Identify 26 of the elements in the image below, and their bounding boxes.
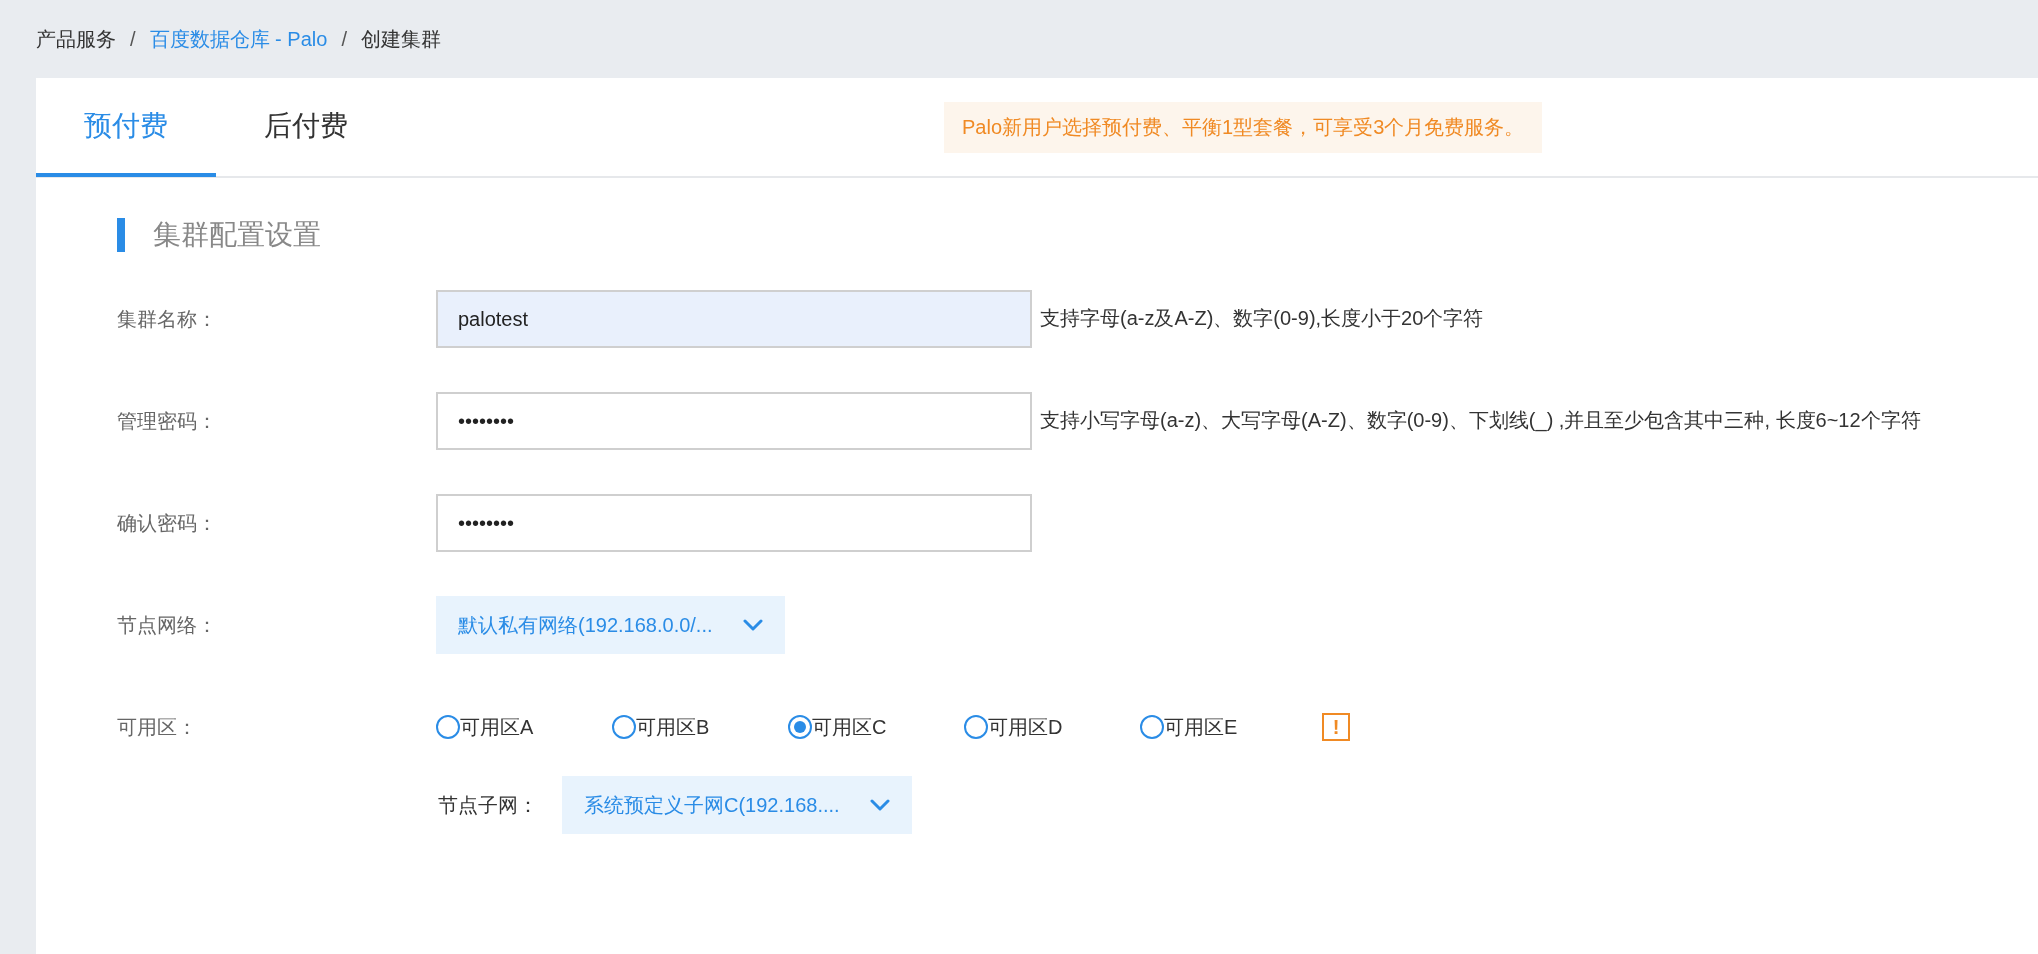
text-field[interactable]: ••••••••	[436, 392, 1032, 450]
section-title: 集群配置设置	[117, 218, 2038, 252]
help-text: 支持小写字母(a-z)、大写字母(A-Z)、数字(0-9)、下划线(_) ,并且至少包含其中三种, 长度6~12个字符	[1040, 409, 1921, 431]
field-label: 节点子网：	[438, 792, 538, 818]
zone-radio[interactable]: 可用区D	[964, 713, 1140, 741]
tab[interactable]: 预付费	[36, 79, 216, 177]
breadcrumb-separator: /	[130, 27, 136, 51]
tab[interactable]: 后付费	[216, 79, 396, 177]
text-field[interactable]: ••••••••	[436, 494, 1032, 552]
field-label: 确认密码：	[117, 511, 218, 536]
field-label: 节点网络：	[117, 613, 218, 638]
breadcrumb-separator: /	[341, 27, 347, 51]
breadcrumb-item: 产品服务	[36, 26, 116, 52]
field-label: 可用区：	[117, 715, 198, 740]
zone-radio[interactable]: 可用区B	[612, 713, 788, 741]
field-label: 集群名称：	[117, 307, 218, 332]
zone-radio[interactable]: 可用区A	[436, 713, 612, 741]
zone-radio[interactable]: 可用区E	[1140, 713, 1316, 741]
zone-radio[interactable]: 可用区C	[788, 713, 964, 741]
text-field[interactable]: palotest	[436, 290, 1032, 348]
help-text: 支持字母(a-z及A-Z)、数字(0-9),长度小于20个字符	[1040, 307, 1484, 329]
breadcrumb-item: 创建集群	[360, 26, 441, 52]
chevron-down-icon	[869, 799, 890, 811]
field-label: 管理密码：	[117, 409, 218, 434]
chevron-down-icon	[742, 619, 763, 631]
promo-notice: Palo新用户选择预付费、平衡1型套餐，可享受3个月免费服务。	[944, 101, 1543, 153]
